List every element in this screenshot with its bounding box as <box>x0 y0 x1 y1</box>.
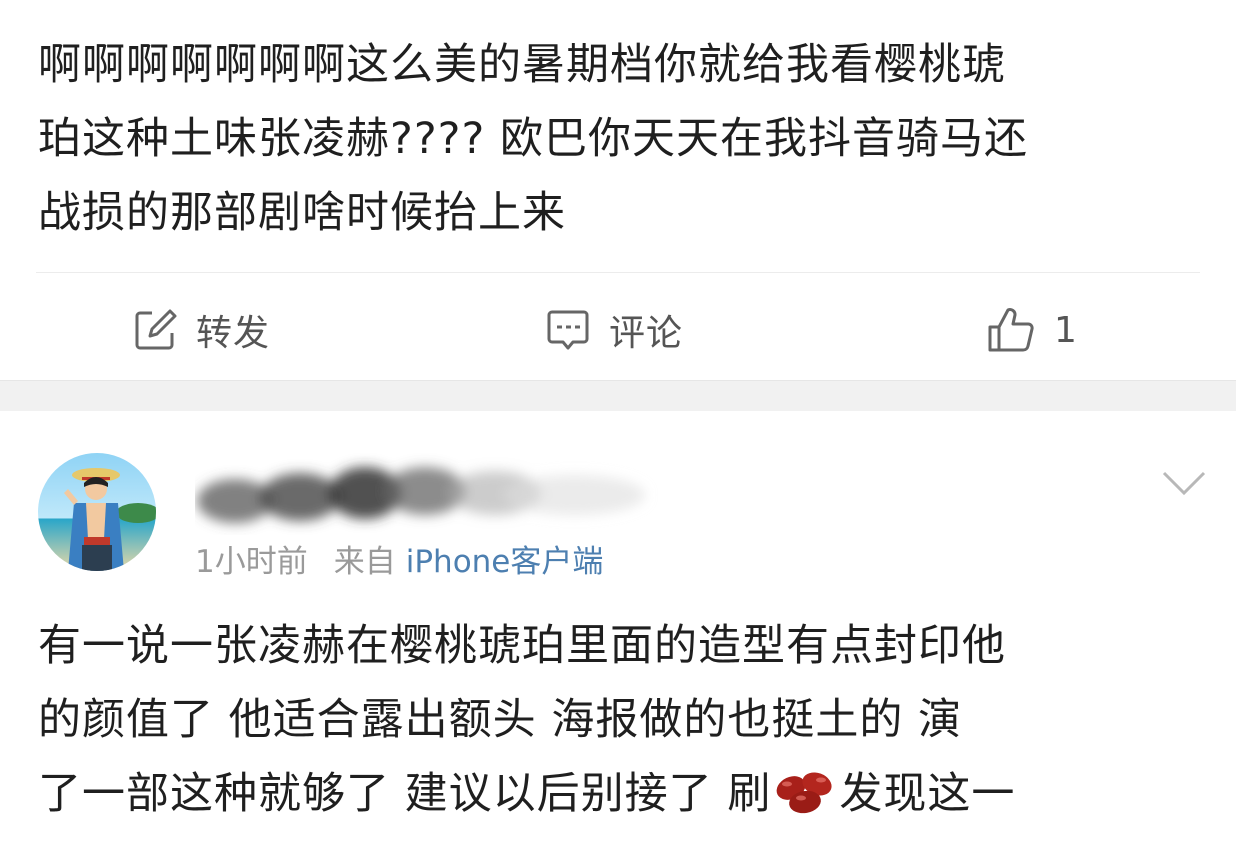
like-count: 1 <box>1054 309 1078 351</box>
red-beans-icon <box>773 765 837 814</box>
post-action-bar: 转发 评论 1 <box>0 295 1236 365</box>
source-client-link[interactable]: iPhone客户端 <box>406 536 604 581</box>
chevron-down-icon[interactable] <box>1160 463 1208 503</box>
post-card: 1小时前 来自 iPhone客户端 有一说一张凌赫在樱桃琥珀里面的造型有点封印他… <box>0 411 1236 841</box>
repost-label: 转发 <box>196 313 271 354</box>
repost-button[interactable]: 转发 <box>132 295 270 365</box>
source-prefix: 来自 <box>333 544 396 580</box>
comment-icon <box>545 307 591 353</box>
post-meta: 1小时前 来自 iPhone客户端 <box>195 536 603 581</box>
avatar[interactable] <box>38 453 156 571</box>
username-redacted <box>195 443 675 535</box>
comment-button[interactable]: 评论 <box>545 295 683 365</box>
post-text-after-emoji: 发现这一 <box>839 769 1016 819</box>
comment-label: 评论 <box>609 313 684 354</box>
like-button[interactable]: 1 <box>986 295 1078 365</box>
post-time: 1小时前 <box>195 544 308 580</box>
divider <box>36 272 1200 273</box>
post-body-text: 有一说一张凌赫在樱桃琥珀里面的造型有点封印他 的颜值了 他适合露出额头 海报做的… <box>38 609 1208 831</box>
weibo-feed: 啊啊啊啊啊啊啊这么美的暑期档你就给我看樱桃琥 珀这种土味张凌赫???? 欧巴你天… <box>0 0 1236 841</box>
feed-separator <box>0 380 1236 412</box>
post-body-text: 啊啊啊啊啊啊啊这么美的暑期档你就给我看樱桃琥 珀这种土味张凌赫???? 欧巴你天… <box>38 40 1028 238</box>
repost-icon <box>132 307 178 353</box>
post-card: 啊啊啊啊啊啊啊这么美的暑期档你就给我看樱桃琥 珀这种土味张凌赫???? 欧巴你天… <box>0 0 1236 380</box>
thumbs-up-icon <box>986 305 1036 355</box>
